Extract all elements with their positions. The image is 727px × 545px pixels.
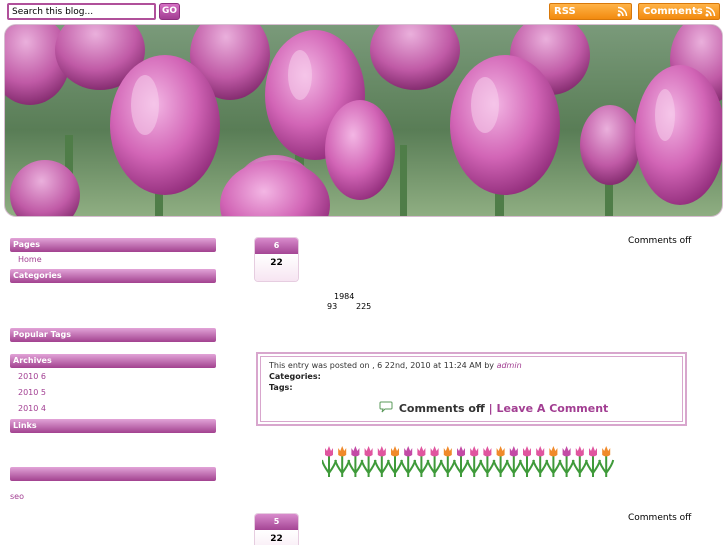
post-date-day: 22 <box>255 530 298 545</box>
tulip-divider-image <box>322 446 615 477</box>
tulip-divider-flower <box>571 446 588 477</box>
post-body-text: 1984 <box>334 292 355 301</box>
comments-off-link[interactable]: Comments off <box>399 402 485 415</box>
sidebar-archive-2010-6[interactable]: 2010 6 <box>18 372 46 381</box>
rss-icon <box>617 6 628 17</box>
rss-icon <box>705 6 716 17</box>
entry-meta-inner: This entry was posted on , 6 22nd, 2010 … <box>260 356 683 422</box>
entry-categories-line: Categories: <box>269 372 321 381</box>
post-date-badge: 5 22 <box>254 513 299 545</box>
comments-feed-button[interactable]: Comments <box>638 3 720 20</box>
post-date-month: 5 <box>255 514 298 530</box>
tulip-divider-flower <box>387 446 403 477</box>
tulip-divider-flower <box>439 446 456 477</box>
tulip-divider-flower <box>347 446 364 477</box>
sidebar-archive-2010-5[interactable]: 2010 5 <box>18 388 46 397</box>
post-body-text: 93 <box>327 302 338 311</box>
tulip-divider-flower <box>585 446 601 477</box>
entry-tags-label: Tags: <box>269 383 293 392</box>
tulip-divider-flower <box>400 446 417 477</box>
tulip-divider-flower <box>492 446 509 477</box>
rss-button-label: RSS <box>554 6 576 17</box>
post-date-badge: 6 22 <box>254 237 299 282</box>
entry-posted-prefix: This entry was posted on <box>269 361 370 370</box>
tulip-divider-flower <box>479 446 496 477</box>
tulip-divider-flower <box>558 446 575 477</box>
comment-bubble-icon <box>379 401 393 413</box>
post-comments-status: Comments off <box>628 236 692 246</box>
go-button[interactable]: GO <box>159 3 180 20</box>
tulip-divider-flower <box>505 446 522 477</box>
rss-button[interactable]: RSS <box>549 3 632 20</box>
sidebar-pages-heading: Pages <box>10 238 216 252</box>
entry-author-link[interactable]: admin <box>497 361 522 370</box>
sidebar-item-home[interactable]: Home <box>18 255 42 264</box>
leave-comment-link[interactable]: Leave A Comment <box>497 402 609 415</box>
blog-page: GO RSS Comments <box>0 0 727 545</box>
tulip-divider-flower <box>373 446 390 477</box>
sidebar-archive-2010-4[interactable]: 2010 4 <box>18 404 46 413</box>
post-date-month: 6 <box>255 238 298 254</box>
tulip-divider-flower <box>413 446 430 477</box>
entry-categories-label: Categories: <box>269 372 321 381</box>
search-input[interactable] <box>7 3 156 20</box>
tulip-divider-flower <box>360 446 377 477</box>
tulip-divider-flower <box>453 446 469 477</box>
sidebar-empty-heading <box>10 467 216 481</box>
sidebar-categories-heading: Categories <box>10 269 216 283</box>
seo-link[interactable]: seo <box>10 492 24 501</box>
tulip-divider-flower <box>426 446 443 477</box>
post-date-day: 22 <box>255 254 298 281</box>
entry-actions: Comments off | Leave A Comment <box>379 401 608 415</box>
tulip-divider-flower <box>322 446 337 477</box>
entry-posted-line: This entry was posted on , 6 22nd, 2010 … <box>269 361 522 370</box>
comments-feed-label: Comments <box>643 6 703 17</box>
entry-meta-box: This entry was posted on , 6 22nd, 2010 … <box>256 352 687 426</box>
actions-separator: | <box>488 402 493 415</box>
tulip-divider-flower <box>334 446 351 477</box>
post-comments-status: Comments off <box>628 513 692 523</box>
tulip-divider-flower <box>532 446 549 477</box>
tulip-divider-flower <box>466 446 483 477</box>
sidebar-archives-heading: Archives <box>10 354 216 368</box>
tulip-divider-flower <box>545 446 562 477</box>
tulip-divider-flower <box>519 446 535 477</box>
tulip-divider-flower <box>598 446 615 477</box>
entry-posted-date: , 6 22nd, 2010 at 11:24 AM by <box>372 361 495 370</box>
post-body-text: 225 <box>356 302 372 311</box>
header-banner-image <box>4 24 723 217</box>
sidebar-links-heading: Links <box>10 419 216 433</box>
sidebar-popular-tags-heading: Popular Tags <box>10 328 216 342</box>
entry-tags-line: Tags: <box>269 383 293 392</box>
